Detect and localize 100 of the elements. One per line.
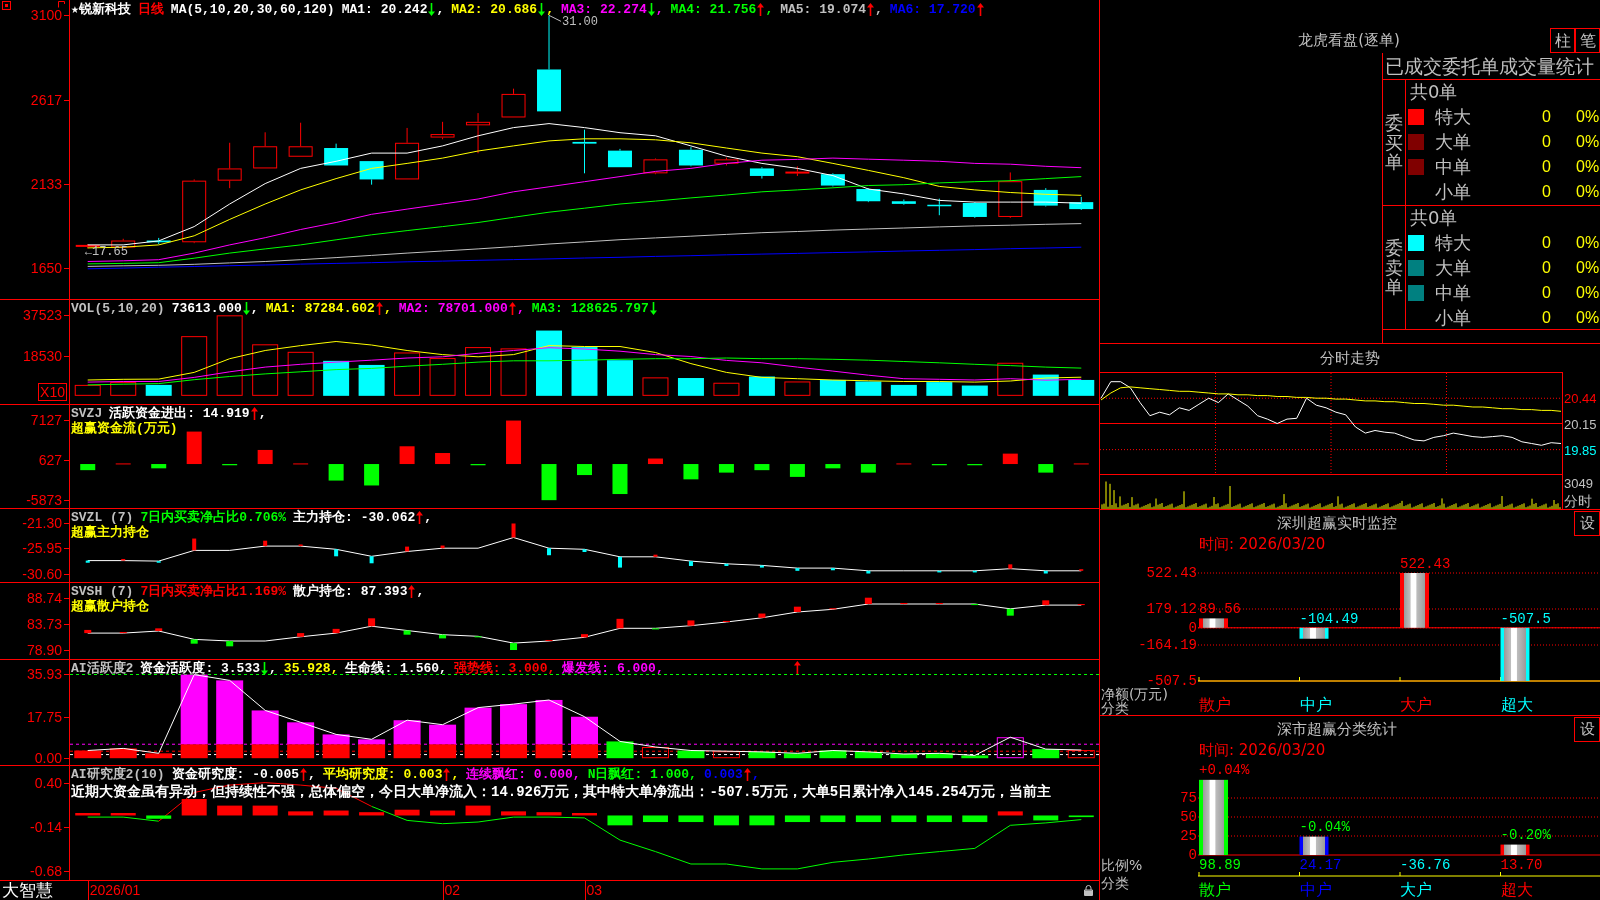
axis-tick-label: 179.12 [1146,602,1197,616]
legend-label: , [451,767,460,782]
fund-flow-bar [754,464,770,471]
ratio-bar [1299,836,1329,855]
axis-tick-label: 20.15 [1564,417,1597,430]
square-dot-icon[interactable] [2,1,11,10]
value-label: -36.76 [1400,858,1451,872]
change-bar [972,570,977,573]
legend-label: , [258,406,267,421]
activity-bar [961,755,989,759]
value-label: -507.5 [1500,611,1551,626]
change-bar [864,597,872,605]
volume-bar [890,384,917,396]
axis-tick-label: 75 [1180,791,1197,805]
legend-label: SVZJ [71,406,103,421]
research-bar [607,815,633,826]
volume-bar [571,347,598,396]
volume-bar [110,382,137,396]
change-bar [758,613,766,618]
axis-tick-label: 1650 [30,261,62,276]
change-bar [263,540,268,547]
order-count: 0 [1542,284,1551,301]
order-type-label: 中单 [1435,157,1471,176]
fund-flow-bar [577,464,592,476]
axis-tick-label: -507.5 [1146,674,1197,688]
legend-label: MA2: 78701.000 [398,301,508,316]
order-count: 0 [1542,259,1551,276]
category-label: 大户 [1400,882,1432,898]
candlestick [643,158,668,175]
volume-bar [997,362,1024,396]
change-bar [1008,564,1013,569]
category-label: 中户 [1299,697,1332,713]
volume-bar [1068,379,1095,396]
activity-bar [322,734,350,745]
research-bar [323,810,349,816]
legend-label: , [308,767,316,782]
fund-flow-bar [364,464,380,486]
candlestick [962,201,987,219]
legend-label: SVSH (7) [71,584,134,599]
ratio-bar [1500,844,1530,855]
research-bar [642,815,668,823]
volume-bar [607,360,633,396]
legend-label: 73613.000 [171,301,242,316]
volume-bar [784,381,811,396]
axis-tick-label: 0.40 [34,775,62,790]
change-bar [618,556,622,568]
axis-tick-label: 78.90 [26,643,62,657]
axis-tick-label: 3100 [30,8,62,23]
legend-label: , [655,2,664,17]
change-bar [510,643,518,650]
fund-flow-bar [257,449,273,465]
volume-bar [855,381,882,396]
legend-label: MA5: 19.074 [780,2,867,17]
change-bar [582,549,587,552]
change-bar [616,618,624,629]
view-button[interactable]: 柱 [1550,28,1575,53]
legend-label: 资金研究度: -0.005 [171,767,300,782]
legend-label: 日线 [137,2,164,17]
leader-line [548,14,562,22]
legend-label: MA1: 20.242 [341,2,428,17]
axis-tick-label: 2133 [30,177,62,192]
scale-badge: X10 [38,383,67,401]
value-label: 98.89 [1199,858,1241,872]
fund-flow-bar [506,420,522,465]
research-bar [146,815,172,819]
price-label: 31.00 [562,16,599,29]
legend-label: , [751,767,760,782]
change-bar [937,570,942,573]
activity-bar [996,737,1024,759]
change-bar [190,639,198,644]
candlestick [785,165,810,177]
activity-bar [641,747,669,759]
fund-flow-bar [80,464,96,471]
volume-bar [145,384,172,396]
lock-icon [1084,885,1093,896]
settings-button[interactable]: 设 [1574,717,1600,742]
legend-label: , [546,2,554,17]
legend-label: 连续飘红: 0.000, [466,767,581,782]
legend-label: AI研究度2(10) [71,767,165,782]
legend-label: 资金活跃度: 3.533 [140,661,260,676]
volume-bar [252,344,279,396]
volume-bar [713,382,740,396]
legend-label: N日飘红: 1.000, [587,767,697,782]
legend-label: MA6: 17.720 [889,2,976,17]
settings-button[interactable]: 设 [1574,511,1600,536]
research-bar [891,815,917,823]
legend-label: 生命线: 1.560, [345,661,447,676]
candlestick [359,161,384,186]
research-bar [678,815,704,823]
axis-tick-label: -164.19 [1138,638,1197,652]
volume-bar [465,347,492,396]
legend-label: 主力持仓: -30.062 [293,510,416,525]
research-bar [394,809,420,816]
volume-bar [536,330,562,396]
order-share: 0% [1576,284,1600,301]
order-total: 共0单 [1410,209,1458,227]
value-label: 13.70 [1500,858,1543,872]
view-button[interactable]: 笔 [1575,28,1600,53]
fund-flow-bar [683,464,699,480]
candlestick [714,157,739,166]
